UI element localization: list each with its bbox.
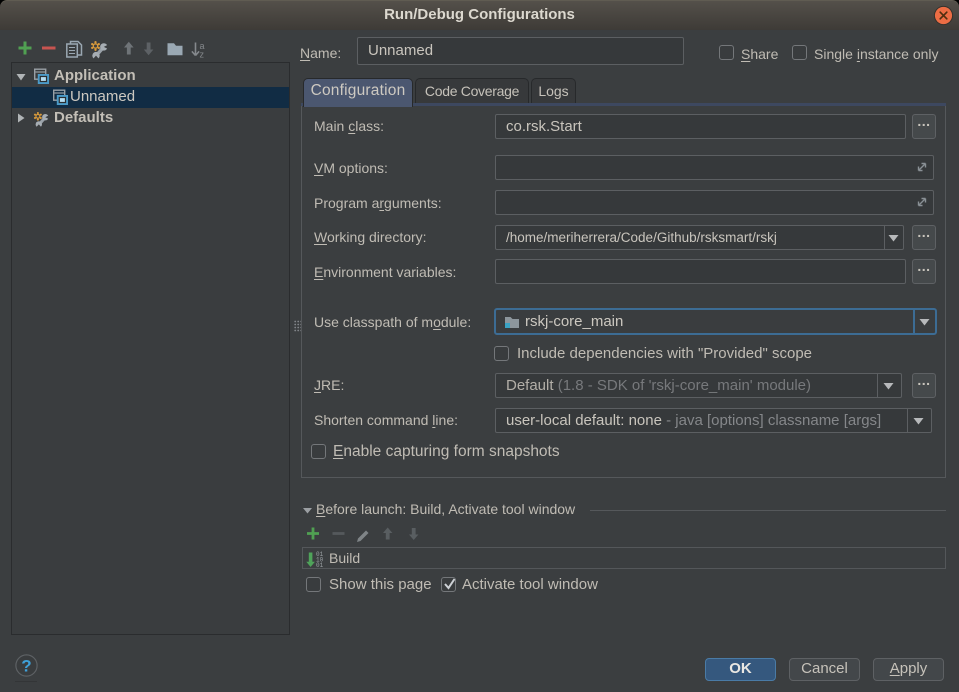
svg-text:?: ? (21, 657, 31, 676)
svg-text:01: 01 (316, 562, 324, 568)
svg-text:z: z (200, 50, 205, 60)
